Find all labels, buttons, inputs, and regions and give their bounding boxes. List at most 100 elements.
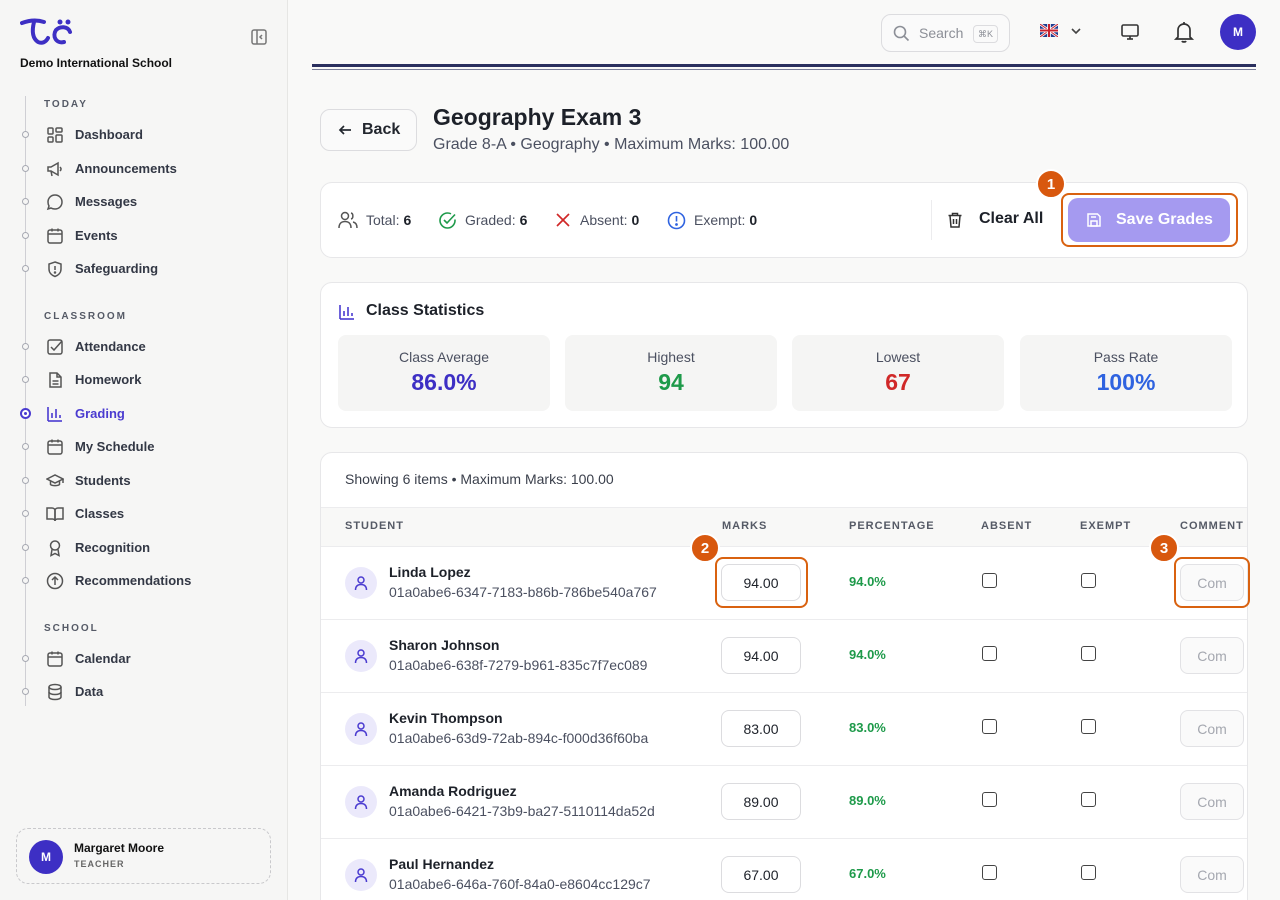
percentage-value: 89.0% (849, 793, 886, 808)
user-role: TEACHER (74, 859, 125, 869)
sidebar-item-grading[interactable]: Grading (0, 399, 288, 429)
avatar[interactable]: M (1220, 14, 1256, 50)
monitor-icon[interactable] (1120, 22, 1140, 42)
nav-dot (22, 655, 29, 662)
column-header-absent: ABSENT (981, 520, 1033, 532)
sidebar-item-announcements[interactable]: Announcements (0, 154, 288, 184)
absent-value: 0 (631, 212, 640, 228)
student-avatar (345, 786, 377, 818)
absent-label: Absent: (580, 212, 628, 228)
comment-input[interactable]: Com (1180, 710, 1244, 747)
avatar: M (29, 840, 63, 874)
comment-input[interactable]: Com (1180, 637, 1244, 674)
sidebar-item-safeguarding[interactable]: Safeguarding (0, 254, 288, 284)
school-name: Demo International School (20, 56, 173, 70)
student-avatar (345, 713, 377, 745)
nav-dot (22, 343, 29, 350)
sidebar-item-recommendations[interactable]: Recommendations (0, 566, 288, 596)
sidebar-item-attendance[interactable]: Attendance (0, 332, 288, 362)
nav-dot (22, 131, 29, 138)
tile-label: Highest (647, 349, 695, 365)
section-title-school: SCHOOL (44, 623, 99, 634)
language-selector[interactable] (1040, 24, 1084, 40)
marks-input[interactable]: 94.00 (721, 637, 801, 674)
column-header-comment: COMMENT (1180, 520, 1244, 532)
nav-dot-active (20, 408, 31, 419)
uk-flag-icon (1040, 24, 1058, 37)
class-statistics-title: Class Statistics (366, 302, 485, 319)
absent-checkbox[interactable] (982, 792, 997, 807)
exempt-stat: Exempt: 0 (667, 210, 757, 230)
table-header: STUDENT MARKS PERCENTAGE ABSENT EXEMPT C… (321, 507, 1247, 547)
sidebar-item-data[interactable]: Data (0, 677, 288, 707)
stat-tile-pass-rate: Pass Rate 100% (1020, 335, 1232, 411)
student-name: Amanda Rodriguez (389, 783, 517, 799)
student-id: 01a0abe6-646a-760f-84a0-e8604cc129c7 (389, 876, 651, 892)
user-profile-card[interactable]: M Margaret Moore TEACHER (16, 828, 271, 884)
notification-bell-icon[interactable] (1173, 20, 1195, 44)
exempt-checkbox[interactable] (1081, 792, 1096, 807)
sidebar-item-my-schedule[interactable]: My Schedule (0, 432, 288, 462)
absent-checkbox[interactable] (982, 646, 997, 661)
sidebar-item-dashboard[interactable]: Dashboard (0, 120, 288, 150)
exempt-checkbox[interactable] (1081, 573, 1096, 588)
sidebar-item-homework[interactable]: Homework (0, 365, 288, 395)
exempt-checkbox[interactable] (1081, 646, 1096, 661)
calendar-icon (46, 650, 64, 668)
sidebar-item-recognition[interactable]: Recognition (0, 533, 288, 563)
sidebar-item-calendar[interactable]: Calendar (0, 644, 288, 674)
student-id: 01a0abe6-638f-7279-b961-835c7f7ec089 (389, 657, 648, 673)
marks-input[interactable]: 83.00 (721, 710, 801, 747)
divider (312, 69, 1256, 70)
back-button[interactable]: Back (320, 109, 417, 151)
comment-input[interactable]: Com (1180, 564, 1244, 601)
save-grades-label: Save Grades (1116, 211, 1213, 228)
graduation-cap-icon (46, 472, 64, 490)
document-icon (46, 371, 64, 389)
sidebar-item-label: Dashboard (75, 127, 143, 142)
total-label: Total: (366, 212, 400, 228)
exempt-checkbox[interactable] (1081, 719, 1096, 734)
comment-input[interactable]: Com (1180, 783, 1244, 820)
clear-all-button[interactable]: Clear All (931, 200, 1060, 240)
comment-input[interactable]: Com (1180, 856, 1244, 893)
percentage-value: 83.0% (849, 720, 886, 735)
chevron-down-icon (1070, 25, 1082, 37)
award-icon (46, 539, 64, 557)
absent-checkbox[interactable] (982, 573, 997, 588)
sidebar-item-classes[interactable]: Classes (0, 499, 288, 529)
percentage-value: 67.0% (849, 866, 886, 881)
divider (312, 64, 1256, 67)
sidebar-item-students[interactable]: Students (0, 466, 288, 496)
tile-label: Class Average (398, 349, 489, 365)
tile-label: Pass Rate (1093, 349, 1159, 365)
search-input[interactable]: Search ⌘K (881, 14, 1010, 52)
absent-checkbox[interactable] (982, 719, 997, 734)
check-circle-icon (438, 211, 465, 230)
nav-dot (22, 198, 29, 205)
absent-checkbox[interactable] (982, 865, 997, 880)
search-placeholder: Search (919, 25, 964, 41)
grading-summary-bar: Total: 6 Graded: 6 Absent: 0 Exempt: 0 Clear… (320, 182, 1248, 258)
sidebar-item-label: Students (75, 473, 131, 488)
sidebar-item-events[interactable]: Events (0, 221, 288, 251)
collapse-sidebar-icon[interactable] (250, 28, 268, 46)
exempt-label: Exempt: (694, 212, 746, 228)
class-statistics-card: Class Statistics Class Average 86.0% Hig… (320, 282, 1248, 428)
nav-dot (22, 443, 29, 450)
sidebar-item-messages[interactable]: Messages (0, 187, 288, 217)
marks-input[interactable]: 94.00 (721, 564, 801, 601)
exempt-checkbox[interactable] (1081, 865, 1096, 880)
graded-value: 6 (519, 212, 528, 228)
sidebar-item-label: Recognition (75, 540, 151, 555)
table-row: Sharon Johnson 01a0abe6-638f-7279-b961-8… (321, 620, 1247, 693)
student-name: Linda Lopez (389, 564, 471, 580)
save-grades-button[interactable]: Save Grades (1068, 198, 1230, 242)
marks-input[interactable]: 67.00 (721, 856, 801, 893)
chat-icon (46, 193, 64, 211)
marks-input[interactable]: 89.00 (721, 783, 801, 820)
school-logo[interactable] (20, 18, 74, 46)
info-circle-icon (667, 211, 694, 230)
arrow-left-icon (338, 123, 352, 137)
megaphone-icon (46, 160, 64, 178)
